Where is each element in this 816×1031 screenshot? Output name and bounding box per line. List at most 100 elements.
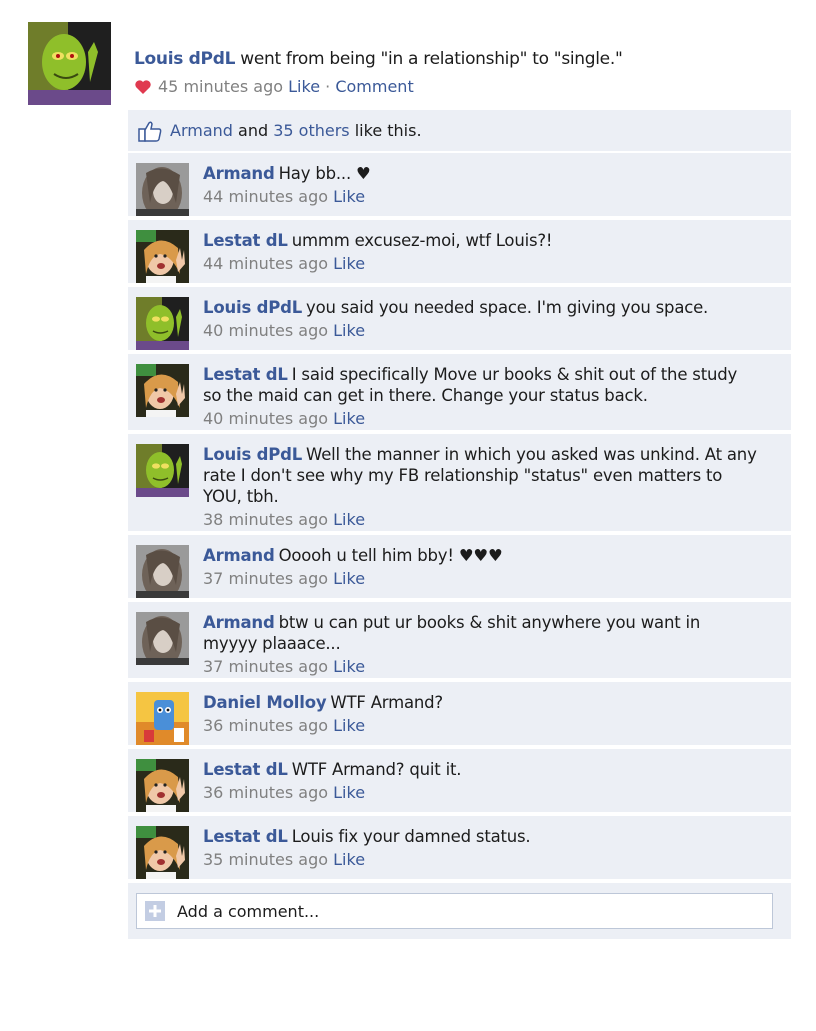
comment-timestamp: 36 minutes ago (203, 783, 329, 802)
avatar-lestat[interactable] (136, 230, 189, 283)
comment-item: Lestat dL ummm excusez-moi, wtf Louis?! 4… (128, 220, 791, 287)
comment-like-link[interactable]: Like (333, 716, 365, 735)
comment-like-link[interactable]: Like (333, 510, 365, 529)
comment-text-line: Lestat dL I said specifically Move ur boo… (203, 364, 759, 406)
comment-body: Lestat dL WTF Armand? quit it. 36 minutes… (203, 759, 783, 812)
avatar-louis[interactable] (136, 297, 189, 350)
comment-item: Armand btw u can put ur books & shit anyw… (128, 602, 791, 682)
comment-text: WTF Armand? (330, 693, 443, 712)
comment-text-line: Armand btw u can put ur books & shit anyw… (203, 612, 759, 654)
avatar-lestat[interactable] (136, 364, 189, 417)
comment-item: Armand Ooooh u tell him bby! ♥♥♥ 37 minut… (128, 535, 791, 602)
comment-like-link[interactable]: Like (333, 783, 365, 802)
comment-text: ummm excusez-moi, wtf Louis?! (291, 231, 553, 250)
avatar-lestat[interactable] (136, 759, 189, 812)
comment-author[interactable]: Louis dPdL (203, 445, 302, 464)
plus-icon (145, 901, 165, 921)
comment-text-line: Armand Hay bb... ♥ (203, 163, 759, 184)
post-like-link[interactable]: Like (288, 76, 320, 98)
comment-timestamp: 35 minutes ago (203, 850, 329, 869)
comment-author[interactable]: Daniel Molloy (203, 693, 327, 712)
comment-meta: 37 minutes ago Like (203, 568, 759, 590)
comment-like-link[interactable]: Like (333, 569, 365, 588)
comment-meta: 44 minutes ago Like (203, 253, 759, 275)
comment-timestamp: 40 minutes ago (203, 409, 329, 428)
comment-meta: 38 minutes ago Like (203, 509, 759, 531)
comment-item: Lestat dL WTF Armand? quit it. 36 minutes… (128, 749, 791, 816)
comment-timestamp: 44 minutes ago (203, 254, 329, 273)
comment-text: Hay bb... ♥ (278, 164, 371, 183)
comment-like-link[interactable]: Like (333, 850, 365, 869)
post-comment-link[interactable]: Comment (335, 76, 413, 98)
comment-text-line: Lestat dL Louis fix your damned status. (203, 826, 759, 847)
comment-like-link[interactable]: Like (333, 187, 365, 206)
comments-panel: Armand and 35 others like this. Armand Ha… (128, 110, 791, 939)
avatar-louis[interactable] (136, 444, 189, 497)
likes-and: and (238, 121, 269, 140)
comment-like-link[interactable]: Like (333, 321, 365, 340)
comment-like-link[interactable]: Like (333, 409, 365, 428)
comment-meta: 36 minutes ago Like (203, 715, 759, 737)
add-comment-placeholder: Add a comment... (177, 901, 320, 921)
avatar-armand[interactable] (136, 163, 189, 216)
comment-text: Louis fix your damned status. (291, 827, 531, 846)
comment-author[interactable]: Louis dPdL (203, 298, 302, 317)
comment-text: Ooooh u tell him bby! ♥♥♥ (278, 546, 503, 565)
comment-meta: 44 minutes ago Like (203, 186, 759, 208)
comment-author[interactable]: Armand (203, 546, 275, 565)
comment-body: Daniel Molloy WTF Armand? 36 minutes ago … (203, 692, 783, 745)
comment-item: Armand Hay bb... ♥ 44 minutes ago Like (128, 153, 791, 220)
comment-author[interactable]: Lestat dL (203, 760, 288, 779)
comment-item: Louis dPdL you said you needed space. I'm… (128, 287, 791, 354)
likes-others-link[interactable]: 35 others (273, 121, 349, 140)
comment-text-line: Louis dPdL Well the manner in which you a… (203, 444, 759, 507)
comment-author[interactable]: Lestat dL (203, 827, 288, 846)
add-comment-input[interactable]: Add a comment... (136, 893, 773, 929)
comment-text: you said you needed space. I'm giving yo… (306, 298, 709, 317)
comment-body: Armand btw u can put ur books & shit anyw… (203, 612, 783, 678)
comment-item: Daniel Molloy WTF Armand? 36 minutes ago … (128, 682, 791, 749)
comment-like-link[interactable]: Like (333, 657, 365, 676)
comment-text-line: Louis dPdL you said you needed space. I'm… (203, 297, 759, 318)
comment-like-link[interactable]: Like (333, 254, 365, 273)
thumbs-up-icon (138, 120, 162, 142)
post-header: Louis dPdL went from being "in a relatio… (134, 48, 794, 98)
post-author-avatar[interactable] (28, 22, 111, 105)
comment-meta: 40 minutes ago Like (203, 408, 759, 430)
post-meta: 45 minutes ago Like · Comment (134, 76, 794, 98)
comment-body: Armand Ooooh u tell him bby! ♥♥♥ 37 minut… (203, 545, 783, 598)
comment-meta: 36 minutes ago Like (203, 782, 759, 804)
comment-text-line: Daniel Molloy WTF Armand? (203, 692, 759, 713)
meta-separator: · (325, 77, 331, 96)
comment-timestamp: 38 minutes ago (203, 510, 329, 529)
comment-author[interactable]: Lestat dL (203, 365, 288, 384)
comment-author[interactable]: Armand (203, 164, 275, 183)
likes-first-name[interactable]: Armand (170, 121, 233, 140)
add-comment-area: Add a comment... (128, 883, 791, 939)
comment-text: btw u can put ur books & shit anywhere y… (203, 613, 701, 653)
post-timestamp: 45 minutes ago (158, 77, 284, 96)
comment-text-line: Armand Ooooh u tell him bby! ♥♥♥ (203, 545, 759, 566)
comment-meta: 40 minutes ago Like (203, 320, 759, 342)
comment-body: Armand Hay bb... ♥ 44 minutes ago Like (203, 163, 783, 216)
avatar-daniel[interactable] (136, 692, 189, 745)
comment-item: Lestat dL I said specifically Move ur boo… (128, 354, 791, 434)
comment-text: WTF Armand? quit it. (291, 760, 462, 779)
post-author-name[interactable]: Louis dPdL (134, 49, 235, 69)
comment-list: Armand Hay bb... ♥ 44 minutes ago Like Le… (128, 153, 791, 883)
avatar-lestat[interactable] (136, 826, 189, 879)
comment-body: Louis dPdL Well the manner in which you a… (203, 444, 783, 531)
avatar-armand[interactable] (136, 545, 189, 598)
comment-item: Louis dPdL Well the manner in which you a… (128, 434, 791, 535)
heart-icon (134, 78, 152, 96)
comment-author[interactable]: Armand (203, 613, 275, 632)
avatar-armand[interactable] (136, 612, 189, 665)
likes-summary: Armand and 35 others like this. (128, 110, 791, 153)
post-status-line: Louis dPdL went from being "in a relatio… (134, 48, 794, 70)
likes-suffix: like this. (354, 121, 422, 140)
comment-author[interactable]: Lestat dL (203, 231, 288, 250)
comment-timestamp: 37 minutes ago (203, 569, 329, 588)
comment-text-line: Lestat dL WTF Armand? quit it. (203, 759, 759, 780)
comment-item: Lestat dL Louis fix your damned status. 3… (128, 816, 791, 883)
comment-body: Lestat dL I said specifically Move ur boo… (203, 364, 783, 430)
